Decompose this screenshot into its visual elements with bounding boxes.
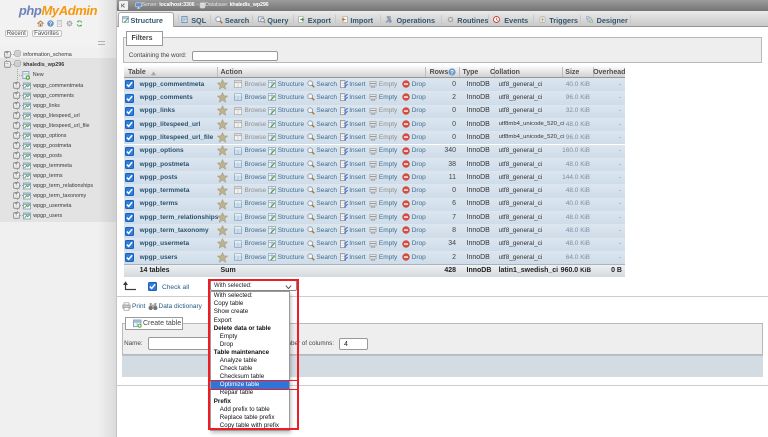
svg-text:?: ? [49,21,52,26]
svg-text:?: ? [450,71,454,77]
